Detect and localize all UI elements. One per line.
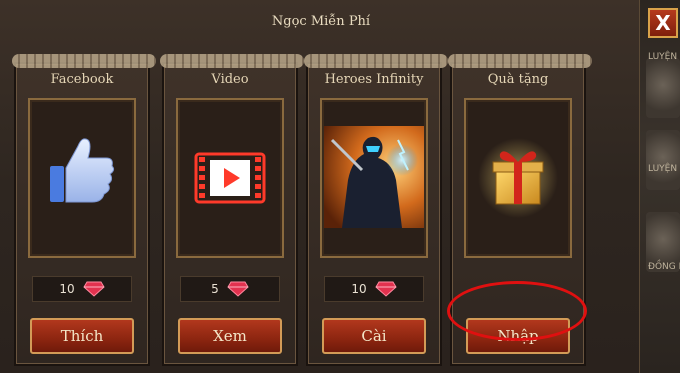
card-facebook: Facebook 10 Thích xyxy=(12,54,156,366)
close-button[interactable]: X xyxy=(648,8,678,38)
enter-code-button[interactable]: Nhập xyxy=(466,318,570,354)
card-image-frame xyxy=(464,98,572,258)
card-title: Facebook xyxy=(50,72,114,87)
card-title: Heroes Infinity xyxy=(324,72,424,87)
side-tab-icon[interactable] xyxy=(646,58,680,118)
gem-icon xyxy=(82,281,105,297)
card-header-ornament xyxy=(160,54,304,68)
watch-button[interactable]: Xem xyxy=(178,318,282,354)
card-heroes-infinity: Heroes Infinity 10 Cài xyxy=(304,54,448,366)
card-title: Video xyxy=(211,72,249,87)
card-header-ornament xyxy=(12,54,156,68)
reward-box: 5 xyxy=(180,276,280,302)
reward-box: 10 xyxy=(32,276,132,302)
card-image-frame xyxy=(320,98,428,258)
free-gems-panel: Ngọc Miễn Phí Facebook 10 Thích Video 5 … xyxy=(0,0,642,373)
card-header-ornament xyxy=(448,54,592,68)
card-header-ornament xyxy=(304,54,448,68)
card-image-frame xyxy=(176,98,284,258)
card-image-frame xyxy=(28,98,136,258)
side-tab-icon[interactable] xyxy=(646,130,680,190)
card-title: Quà tặng xyxy=(487,72,549,87)
reward-amount: 5 xyxy=(211,282,219,296)
gem-icon xyxy=(374,281,397,297)
gift-box-icon xyxy=(478,138,558,218)
gem-icon xyxy=(227,281,249,297)
thumbs-up-icon xyxy=(50,138,115,203)
install-button[interactable]: Cài xyxy=(322,318,426,354)
like-button[interactable]: Thích xyxy=(30,318,134,354)
panel-title: Ngọc Miễn Phí xyxy=(271,14,371,29)
heroes-infinity-game-art xyxy=(324,126,424,228)
side-label: ĐỒNG H xyxy=(648,262,680,272)
side-label: LUYỆN xyxy=(648,164,678,174)
reward-box: 10 xyxy=(324,276,424,302)
side-label: LUYỆN xyxy=(648,52,678,62)
video-film-icon xyxy=(194,152,266,204)
reward-amount: 10 xyxy=(59,282,75,296)
card-gift: Quà tặng Nhập xyxy=(448,54,592,366)
reward-amount: 10 xyxy=(351,282,367,296)
card-video: Video 5 Xem xyxy=(160,54,304,366)
